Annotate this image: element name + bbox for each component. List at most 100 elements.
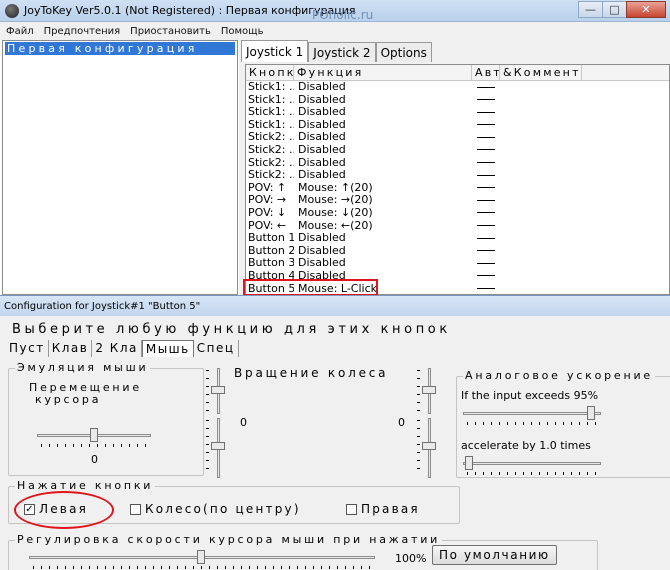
wheel-slider-top-right[interactable] xyxy=(417,368,436,414)
exceeds-slider[interactable] xyxy=(463,405,601,427)
row-function: Disabled xyxy=(298,169,346,182)
table-row[interactable]: Stick1: ... Disabled xyxy=(246,119,669,132)
row-function: Disabled xyxy=(298,257,346,270)
accelerate-label: accelerate by 1.0 times xyxy=(461,439,591,452)
row-auto xyxy=(472,245,500,258)
row-button: Stick2: ... xyxy=(248,131,294,144)
tab-empty[interactable]: Пуст xyxy=(6,340,49,357)
table-row[interactable]: Stick1: ... Disabled xyxy=(246,106,669,119)
right-click-checkbox[interactable]: Правая xyxy=(346,502,420,516)
row-auto xyxy=(472,207,500,220)
column-comment[interactable]: &Комментарий xyxy=(500,65,582,80)
list-header: Кнопка Функция Авто &Комментарий xyxy=(246,65,669,81)
row-function: Disabled xyxy=(298,93,346,106)
middle-click-checkbox[interactable]: Колесо(по центру) xyxy=(130,502,301,516)
table-row[interactable]: Stick2: ... Disabled xyxy=(246,169,669,182)
config-list: Первая конфигурация xyxy=(2,40,238,295)
table-row[interactable]: POV: ↓ Mouse: ↓(20) xyxy=(246,207,669,220)
column-auto[interactable]: Авто xyxy=(472,65,500,80)
tab-two-keys[interactable]: 2 Кла xyxy=(92,340,142,357)
column-function[interactable]: Функция xyxy=(294,65,472,80)
exceeds-label: If the input exceeds 95% xyxy=(461,389,599,402)
row-button: POV: → xyxy=(248,194,287,207)
row-function: Disabled xyxy=(298,118,346,131)
button-click-label: Нажатие кнопки xyxy=(15,479,156,492)
row-auto xyxy=(472,220,500,233)
row-button: Button 2 xyxy=(248,244,294,257)
row-button: Button 3 xyxy=(248,257,294,270)
tab-joystick-1[interactable]: Joystick 1 xyxy=(241,40,309,62)
mouse-emulation-group: Эмуляция мыши Перемещение курсора 0 xyxy=(8,361,204,476)
table-row[interactable]: Button 3 Disabled xyxy=(246,257,669,270)
table-row[interactable]: POV: ↑ Mouse: ↑(20) xyxy=(246,182,669,195)
highlight-oval xyxy=(14,491,114,529)
tab-keyboard[interactable]: Клав xyxy=(49,340,93,357)
tab-joystick-2[interactable]: Joystick 2 xyxy=(308,42,376,62)
table-row[interactable]: Stick2: ... Disabled xyxy=(246,131,669,144)
row-auto xyxy=(472,257,500,270)
row-function: Mouse: ↑(20) xyxy=(298,181,373,194)
joystick-tabs: Joystick 1 Joystick 2 Options xyxy=(241,40,432,62)
table-row[interactable]: Stick1: ... Disabled xyxy=(246,81,669,94)
default-button[interactable]: По умолчанию xyxy=(432,545,557,565)
right-click-box xyxy=(346,503,357,515)
row-auto xyxy=(472,119,500,132)
accelerate-slider[interactable] xyxy=(463,455,601,477)
table-row[interactable]: POV: ← Mouse: ←(20) xyxy=(246,220,669,233)
cursor-move-label-2: курсора xyxy=(35,393,102,406)
table-row[interactable]: Button 1 Disabled xyxy=(246,232,669,245)
menu-preferences[interactable]: Предпочтения xyxy=(44,26,121,37)
table-row[interactable]: Stick2: ... Disabled xyxy=(246,144,669,157)
row-auto xyxy=(472,157,500,170)
row-button: Stick1: ... xyxy=(248,106,294,119)
row-auto xyxy=(472,270,500,283)
tab-special[interactable]: Спец xyxy=(194,340,239,357)
row-auto xyxy=(472,194,500,207)
table-row[interactable]: Stick1: ... Disabled xyxy=(246,94,669,107)
row-function: Disabled xyxy=(298,81,346,93)
speed-adjust-label: Регулировка скорости курсора мыши при на… xyxy=(15,533,443,546)
config-item-first[interactable]: Первая конфигурация xyxy=(5,42,235,55)
speed-slider[interactable] xyxy=(29,549,375,570)
wheel-left-value: 0 xyxy=(240,416,247,429)
menu-file[interactable]: Файл xyxy=(6,26,34,37)
row-function: Disabled xyxy=(298,143,346,156)
window-controls: — □ ✕ xyxy=(578,1,666,18)
right-click-label: Правая xyxy=(361,502,420,516)
row-auto xyxy=(472,182,500,195)
middle-click-label: Колесо(по центру) xyxy=(145,502,301,516)
row-auto xyxy=(472,81,500,94)
cursor-speed-slider[interactable] xyxy=(37,427,151,449)
row-button: POV: ↓ xyxy=(248,206,287,219)
dialog-body: Выберите любую функцию для этих кнопок П… xyxy=(4,316,670,570)
row-button: Stick2: ... xyxy=(248,156,294,169)
analog-acceleration-group: Аналоговое ускорение If the input exceed… xyxy=(456,369,670,478)
menu-pause[interactable]: Приостановить xyxy=(130,26,211,37)
minimize-button[interactable]: — xyxy=(578,1,603,18)
tab-options[interactable]: Options xyxy=(375,42,432,62)
table-row[interactable]: Button 2 Disabled xyxy=(246,245,669,258)
row-button: POV: ↑ xyxy=(248,181,287,194)
window-titlebar: JoyToKey Ver5.0.1 (Not Registered) : Пер… xyxy=(0,0,670,22)
wheel-slider-right[interactable] xyxy=(417,418,436,478)
table-row[interactable]: POV: → Mouse: →(20) xyxy=(246,194,669,207)
wheel-rotation-label: Вращение колеса xyxy=(234,366,389,380)
wheel-slider-left[interactable] xyxy=(206,418,225,478)
middle-click-box xyxy=(130,503,141,515)
row-auto xyxy=(472,131,500,144)
mouse-emulation-label: Эмуляция мыши xyxy=(15,361,151,374)
row-auto xyxy=(472,232,500,245)
maximize-button[interactable]: □ xyxy=(602,1,627,18)
speed-value: 100% xyxy=(395,552,427,565)
tab-mouse[interactable]: Мышь xyxy=(141,340,194,357)
row-auto xyxy=(472,169,500,182)
column-button[interactable]: Кнопка xyxy=(246,65,294,80)
wheel-slider-top-left[interactable] xyxy=(206,368,225,414)
menu-help[interactable]: Помощь xyxy=(221,26,264,37)
close-button[interactable]: ✕ xyxy=(626,1,666,18)
row-auto xyxy=(472,94,500,107)
analog-acceleration-label: Аналоговое ускорение xyxy=(463,369,655,382)
dialog-heading: Выберите любую функцию для этих кнопок xyxy=(12,322,451,337)
row-auto xyxy=(472,283,500,295)
table-row[interactable]: Stick2: ... Disabled xyxy=(246,157,669,170)
